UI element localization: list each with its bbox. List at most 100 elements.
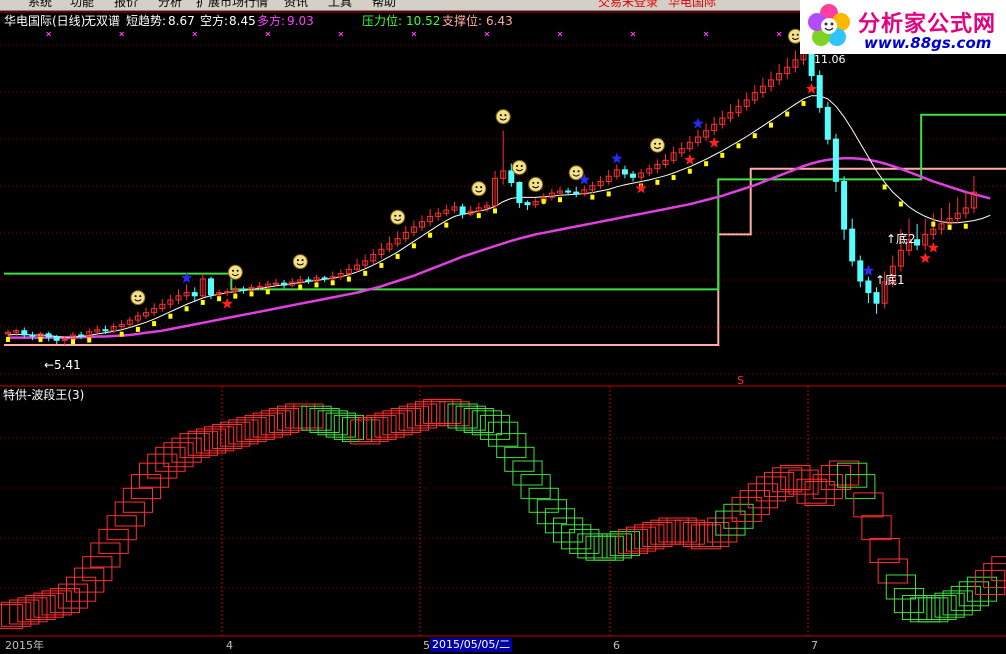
smiley-icon [495, 109, 511, 125]
trend-bar [217, 296, 222, 302]
smiley-eye [134, 295, 137, 298]
short-trend-value: 8.67 [168, 14, 195, 28]
red-star-icon [221, 297, 233, 309]
oscillator-box [853, 492, 884, 518]
trend-bar [346, 276, 351, 282]
smiley-eye [796, 33, 799, 36]
smiley-eye [296, 259, 299, 262]
smiley-eye [572, 170, 575, 173]
trend-bar [379, 262, 384, 268]
candle-body [873, 292, 880, 304]
oscillator-box [122, 487, 154, 513]
trend-bar [931, 221, 936, 227]
red-star-icon [635, 182, 647, 194]
oscillator-box [512, 460, 543, 486]
resistance-line [4, 113, 1006, 291]
oscillator-box [155, 446, 186, 472]
trend-bar [687, 168, 692, 174]
trend-bar [655, 179, 660, 185]
trend-bar [314, 282, 319, 288]
x-marker-icon [557, 31, 563, 37]
bottom2-mark: ↑底2 [886, 232, 916, 246]
bear-label: 空方: [200, 14, 229, 28]
blue-star-icon [692, 117, 704, 129]
candle-body [321, 277, 328, 280]
trend-bar [395, 253, 400, 259]
smiley-eye [236, 269, 239, 272]
trend-bar [590, 194, 595, 200]
bull-label: 多方: [257, 14, 286, 28]
trend-bar [558, 197, 562, 203]
bull-value: 9.03 [287, 14, 314, 28]
logo-url[interactable]: www.88gs.com [864, 34, 991, 52]
smiley-eye [475, 186, 478, 189]
oscillator-box [9, 599, 40, 625]
oscillator-box [90, 542, 121, 568]
trend-bar [752, 133, 757, 139]
candle-body [78, 334, 85, 337]
smiley-eye [480, 186, 483, 189]
oscillator-box [504, 446, 535, 472]
candle-body [565, 190, 572, 193]
candle-body [621, 169, 628, 175]
candle-body [832, 138, 839, 182]
candle-body [573, 191, 580, 195]
high-price-mark: 11.06 [814, 53, 846, 66]
support-label: 支撑位: [442, 14, 483, 28]
smiley-eye [520, 164, 523, 167]
chart-canvas[interactable] [0, 0, 1006, 654]
cursor-date: 2015/05/05/二 [430, 638, 513, 652]
smiley-icon [227, 264, 243, 280]
trend-bar [168, 313, 173, 319]
trend-bar [119, 331, 124, 337]
candle-body [240, 288, 247, 291]
trend-bar [330, 280, 335, 286]
candle-body [45, 333, 52, 338]
trend-bar [606, 191, 611, 197]
smiley-icon [390, 209, 406, 225]
x-marker-icon [484, 31, 490, 37]
candle-body [816, 75, 823, 108]
candle-body [102, 329, 109, 332]
time-tick: 6 [613, 639, 620, 652]
smiley-icon [292, 254, 308, 270]
candle-body [191, 292, 198, 297]
trend-bar [720, 152, 725, 158]
candle-body [53, 336, 60, 341]
smiley-eye [792, 33, 795, 36]
trend-bar [882, 184, 887, 190]
smiley-eye [658, 142, 661, 145]
x-marker-icon [119, 31, 125, 37]
x-marker-icon [703, 31, 709, 37]
candle-body [21, 330, 28, 336]
smiley-eye [654, 142, 657, 145]
time-tick: 2015年 [5, 639, 44, 652]
oscillator-box [496, 433, 527, 459]
candle-body [841, 181, 848, 230]
candle-body [305, 279, 312, 282]
smiley-eye [394, 214, 397, 217]
smiley-eye [232, 269, 235, 272]
trend-bar [200, 299, 205, 305]
candle-body [516, 182, 523, 204]
oscillator-box [1, 601, 32, 627]
oscillator-box [479, 414, 511, 440]
flower-logo-icon [808, 4, 850, 46]
oscillator-box [471, 410, 502, 436]
candle-body [29, 334, 36, 337]
smiley-eye [532, 181, 535, 184]
time-tick: 5 [423, 639, 430, 652]
trend-bar [947, 224, 952, 230]
support-value: 6.43 [486, 14, 513, 28]
x-marker-icon [630, 31, 636, 37]
x-marker-icon [338, 31, 344, 37]
oscillator-box [536, 499, 567, 525]
candle-body [857, 260, 864, 282]
candle-body [208, 278, 214, 296]
trend-bar [184, 306, 189, 312]
oscillator-boxes [0, 398, 1006, 630]
trend-bar [233, 293, 238, 299]
time-tick: 7 [811, 639, 818, 652]
oscillator-box [98, 528, 129, 554]
oscillator-box [106, 515, 137, 541]
